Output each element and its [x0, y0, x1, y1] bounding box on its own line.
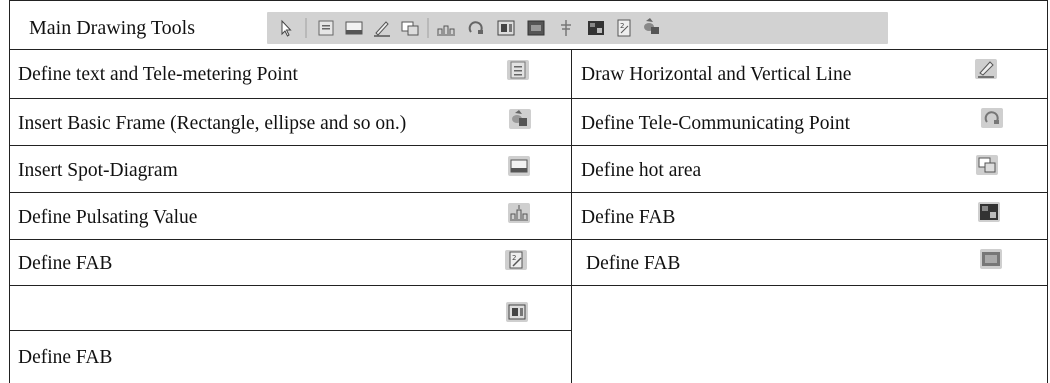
svg-text:2: 2 [512, 254, 516, 262]
pulse-value-icon[interactable] [435, 18, 457, 38]
right-cell-label: Define FAB [586, 253, 681, 274]
left-cell-label: Insert Basic Frame (Rectangle, ellipse a… [18, 113, 407, 134]
pointer-icon[interactable] [275, 18, 297, 38]
basic-frame-icon [509, 109, 531, 129]
right-cell-label: Define hot area [581, 160, 702, 181]
fab-dark-icon [978, 202, 1000, 222]
drawing-tools-table: Main Drawing Tools 2 Define text and Tel… [9, 0, 1048, 383]
row-divider [9, 145, 1048, 146]
toolbar-separator [305, 18, 307, 38]
basic-frame-icon[interactable] [641, 18, 663, 38]
row-divider [9, 192, 1048, 193]
row-divider [9, 239, 1048, 240]
row-divider [9, 330, 572, 331]
tele-communicating-icon [981, 108, 1003, 128]
left-cell-label: Define text and Tele-metering Point [18, 64, 298, 85]
text-box-icon[interactable] [315, 18, 337, 38]
pulse-value-icon [508, 203, 530, 223]
table-border-top [9, 0, 1048, 1]
spot-diagram-icon[interactable] [343, 18, 365, 38]
text-box-icon [507, 60, 529, 80]
row-divider [9, 49, 1048, 50]
spot-diagram-icon [508, 156, 530, 176]
fab-image-icon[interactable] [525, 18, 547, 38]
left-cell-label: Insert Spot-Diagram [18, 160, 178, 181]
row-divider [9, 98, 1048, 99]
fab-panel-icon [506, 302, 528, 322]
hot-area-icon[interactable] [399, 18, 421, 38]
left-cell-label: Define Pulsating Value [18, 207, 198, 228]
fab-panel-icon[interactable] [495, 18, 517, 38]
right-cell-label: Define FAB [581, 207, 676, 228]
fab-doc-icon: 2 [505, 250, 527, 270]
right-cell-label: Draw Horizontal and Vertical Line [581, 64, 852, 85]
svg-text:2: 2 [620, 22, 624, 30]
right-cell-label: Define Tele-Communicating Point [581, 113, 851, 134]
column-divider [571, 49, 572, 383]
row-divider [9, 285, 1048, 286]
fab-dark-icon[interactable] [585, 18, 607, 38]
left-cell-label: Define FAB [18, 253, 113, 274]
main-drawing-toolbar: 2 [267, 12, 888, 44]
tele-communicating-icon[interactable] [465, 18, 487, 38]
fab-plug-icon[interactable] [555, 18, 577, 38]
hot-area-icon [976, 155, 998, 175]
fab-doc-icon[interactable]: 2 [613, 18, 635, 38]
pen-line-icon[interactable] [371, 18, 393, 38]
fab-image-icon [980, 249, 1002, 269]
toolbar-separator [427, 18, 429, 38]
pen-line-icon [975, 59, 997, 79]
left-cell-label: Define FAB [18, 347, 113, 368]
header-title: Main Drawing Tools [29, 17, 195, 39]
